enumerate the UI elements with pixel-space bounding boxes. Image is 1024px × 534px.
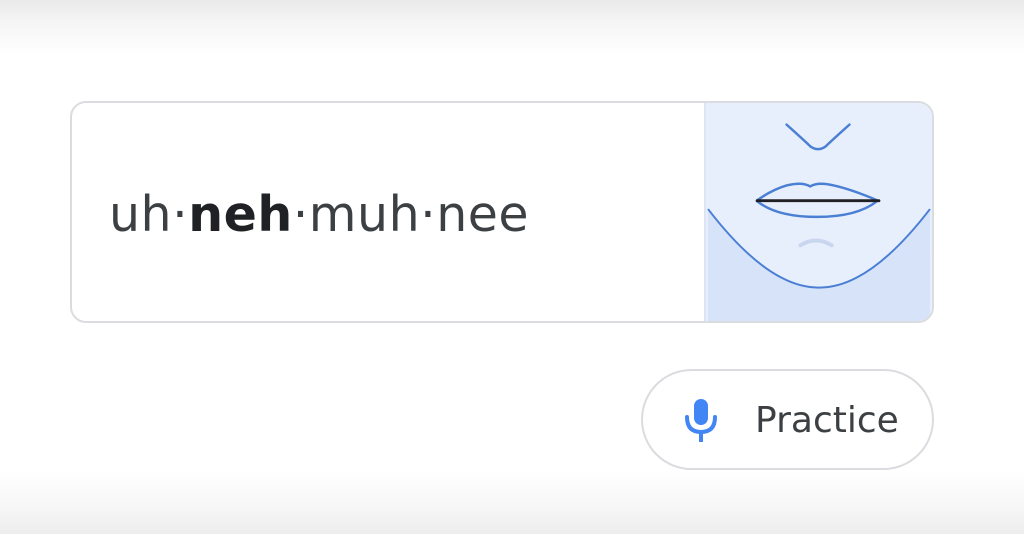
microphone-icon: [685, 399, 717, 442]
syllable-stressed: neh: [188, 186, 293, 243]
syllable: uh: [109, 186, 173, 243]
syllable-separator: ·: [292, 186, 309, 243]
practice-button-label: Practice: [755, 400, 899, 441]
syllable: muh: [308, 186, 421, 243]
chin-crease: [798, 238, 834, 248]
syllable-separator: ·: [172, 186, 189, 243]
syllable-separator: ·: [420, 186, 437, 243]
lower-lip: [756, 200, 878, 219]
mouth-diagram-icon: [707, 123, 931, 321]
syllable: nee: [436, 186, 530, 243]
mouth-diagram-panel: [704, 103, 932, 321]
upper-lip: [756, 182, 878, 202]
pronunciation-card: uh·neh·muh·nee: [70, 101, 934, 323]
jaw-shape: [708, 209, 930, 321]
nose-outline: [785, 123, 851, 151]
pronunciation-syllables: uh·neh·muh·nee: [109, 187, 529, 243]
practice-button[interactable]: Practice: [641, 369, 934, 470]
